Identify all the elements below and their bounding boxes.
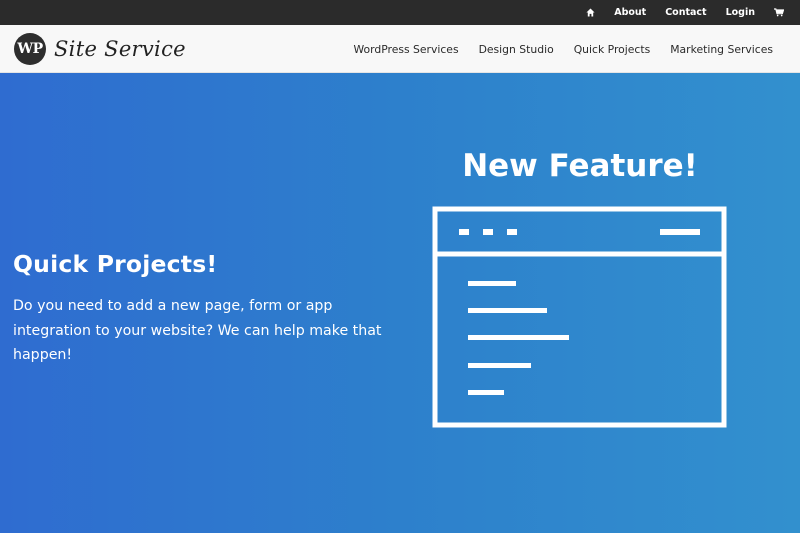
logo-text: Site Service: [54, 37, 186, 61]
nav-wordpress-services[interactable]: WordPress Services: [353, 43, 458, 56]
nav-marketing-services[interactable]: Marketing Services: [670, 43, 773, 56]
nav-design-studio[interactable]: Design Studio: [479, 43, 554, 56]
hero-section: Quick Projects! Do you need to add a new…: [0, 73, 800, 533]
cart-link[interactable]: [774, 8, 784, 17]
site-logo[interactable]: WP Site Service: [14, 33, 186, 65]
browser-window-icon: [432, 206, 727, 428]
utility-bar: About Contact Login: [0, 0, 800, 25]
home-link[interactable]: [586, 8, 595, 17]
main-header: WP Site Service WordPress Services Desig…: [0, 25, 800, 73]
logo-badge: WP: [14, 33, 46, 65]
home-icon: [586, 8, 595, 17]
hero-text-block: Quick Projects! Do you need to add a new…: [13, 250, 383, 368]
cart-icon: [774, 8, 784, 17]
nav-quick-projects[interactable]: Quick Projects: [574, 43, 651, 56]
contact-link[interactable]: Contact: [665, 7, 706, 18]
about-link[interactable]: About: [614, 7, 646, 18]
main-nav: WordPress Services Design Studio Quick P…: [333, 25, 773, 73]
hero-title: Quick Projects!: [13, 250, 218, 278]
login-link[interactable]: Login: [726, 7, 755, 18]
hero-description: Do you need to add a new page, form or a…: [13, 298, 382, 363]
feature-title: New Feature!: [462, 148, 698, 184]
